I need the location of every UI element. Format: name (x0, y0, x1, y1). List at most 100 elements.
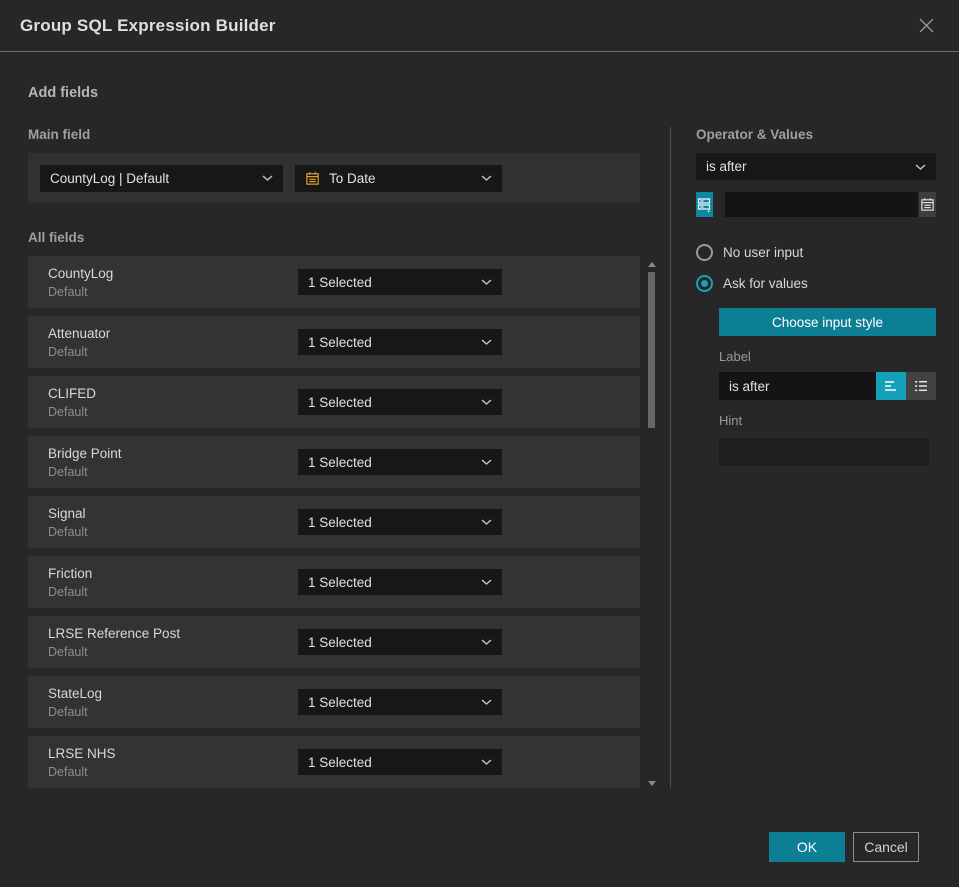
scrollbar[interactable] (646, 256, 659, 788)
calendar-icon (921, 198, 934, 211)
field-info: Attenuator Default (48, 326, 110, 359)
field-selected-dropdown-label: 1 Selected (308, 754, 372, 770)
label-caption: Label (719, 349, 751, 364)
chevron-down-icon (481, 519, 492, 525)
list-icon (915, 380, 927, 392)
radio-no-user-input[interactable]: No user input (696, 244, 936, 261)
main-field-panel: CountyLog | Default To Date (28, 153, 640, 203)
chevron-down-icon (481, 639, 492, 645)
field-selected-dropdown[interactable]: 1 Selected (298, 689, 502, 715)
operator-values-column: Operator & Values is after No user input… (696, 127, 936, 796)
scrollbar-thumb[interactable] (648, 272, 655, 428)
scroll-down-arrow-icon[interactable] (648, 781, 656, 786)
field-row: LRSE NHS Default 1 Selected (28, 736, 640, 788)
field-row: CountyLog Default 1 Selected (28, 256, 640, 308)
field-name: Bridge Point (48, 445, 122, 461)
hint-caption: Hint (719, 413, 743, 428)
dialog-body: Add fields Main field CountyLog | Defaul… (0, 52, 959, 796)
ok-button[interactable]: OK (769, 832, 845, 862)
ask-for-values-options: Choose input style Label is after Hint (719, 306, 936, 466)
field-subtitle: Default (48, 584, 88, 599)
field-selected-dropdown-label: 1 Selected (308, 334, 372, 350)
calendar-picker-button[interactable] (919, 192, 936, 217)
field-row: StateLog Default 1 Selected (28, 676, 640, 728)
list-style-button[interactable] (906, 372, 936, 400)
value-list-button[interactable] (696, 192, 713, 217)
close-icon[interactable] (914, 13, 939, 38)
field-row: CLIFED Default 1 Selected (28, 376, 640, 428)
chevron-down-icon (481, 459, 492, 465)
align-left-style-button[interactable] (876, 372, 906, 400)
field-subtitle: Default (48, 404, 88, 419)
chevron-down-icon (481, 579, 492, 585)
field-selected-dropdown[interactable]: 1 Selected (298, 449, 502, 475)
choose-input-style-button[interactable]: Choose input style (719, 308, 936, 336)
field-selected-dropdown-label: 1 Selected (308, 274, 372, 290)
field-name: Attenuator (48, 325, 111, 341)
all-fields-label: All fields (28, 230, 85, 245)
field-selected-dropdown[interactable]: 1 Selected (298, 389, 502, 415)
date-type-select[interactable]: To Date (295, 164, 502, 192)
field-selected-dropdown-label: 1 Selected (308, 574, 372, 590)
columns: Main field CountyLog | Default To Date A… (28, 127, 936, 796)
radio-ask-for-values[interactable]: Ask for values (696, 275, 936, 292)
chevron-down-icon (481, 759, 492, 765)
all-fields-area: CountyLog Default 1 Selected Attenuator … (28, 256, 659, 796)
field-subtitle: Default (48, 644, 88, 659)
chevron-down-icon (481, 279, 492, 285)
add-fields-heading: Add fields (28, 85, 99, 101)
stacked-values-icon (697, 198, 711, 213)
operator-select[interactable]: is after (696, 153, 936, 180)
chevron-down-icon (915, 163, 926, 170)
field-row: Signal Default 1 Selected (28, 496, 640, 548)
field-selected-dropdown[interactable]: 1 Selected (298, 629, 502, 655)
value-input[interactable] (725, 192, 918, 217)
field-name: Signal (48, 505, 86, 521)
field-selected-dropdown[interactable]: 1 Selected (298, 269, 502, 295)
group-sql-expression-builder-dialog: Group SQL Expression Builder Add fields … (0, 0, 959, 887)
align-left-icon (885, 381, 896, 391)
field-subtitle: Default (48, 704, 88, 719)
hint-input[interactable] (719, 438, 929, 466)
field-row: Bridge Point Default 1 Selected (28, 436, 640, 488)
label-input[interactable] (719, 372, 876, 400)
field-name: Friction (48, 565, 93, 581)
chevron-down-icon (481, 399, 492, 405)
chevron-down-icon (262, 175, 273, 181)
cancel-button[interactable]: Cancel (853, 832, 919, 862)
field-subtitle: Default (48, 764, 88, 779)
field-name: StateLog (48, 685, 103, 701)
panel-divider (670, 127, 671, 788)
field-row: LRSE Reference Post Default 1 Selected (28, 616, 640, 668)
calendar-icon (306, 171, 319, 185)
radio-circle-icon (696, 244, 713, 261)
field-selected-dropdown-label: 1 Selected (308, 634, 372, 650)
field-info: Friction Default (48, 566, 92, 599)
scroll-up-arrow-icon[interactable] (648, 262, 656, 267)
radio-circle-icon (696, 275, 713, 292)
field-selected-dropdown-label: 1 Selected (308, 514, 372, 530)
field-name: LRSE NHS (48, 745, 116, 761)
field-name: CountyLog (48, 265, 114, 281)
field-selected-dropdown[interactable]: 1 Selected (298, 569, 502, 595)
dialog-title: Group SQL Expression Builder (20, 15, 276, 35)
main-field-select-value: CountyLog | Default (50, 170, 170, 186)
field-selected-dropdown-label: 1 Selected (308, 394, 372, 410)
field-selected-dropdown[interactable]: 1 Selected (298, 509, 502, 535)
field-info: LRSE Reference Post Default (48, 626, 180, 659)
operator-values-heading: Operator & Values (696, 127, 814, 142)
radio-label: Ask for values (723, 276, 808, 291)
field-selected-dropdown[interactable]: 1 Selected (298, 329, 502, 355)
chevron-down-icon (481, 339, 492, 345)
dialog-footer: OK Cancel (769, 832, 919, 862)
field-name: CLIFED (48, 385, 97, 401)
main-field-select[interactable]: CountyLog | Default (40, 164, 283, 192)
field-info: Bridge Point Default (48, 446, 122, 479)
date-type-select-value: To Date (329, 170, 376, 186)
field-name: LRSE Reference Post (48, 625, 181, 641)
field-row: Friction Default 1 Selected (28, 556, 640, 608)
fields-column: Main field CountyLog | Default To Date A… (28, 127, 659, 796)
value-row (696, 192, 936, 217)
radio-label: No user input (723, 245, 804, 260)
field-selected-dropdown[interactable]: 1 Selected (298, 749, 502, 775)
